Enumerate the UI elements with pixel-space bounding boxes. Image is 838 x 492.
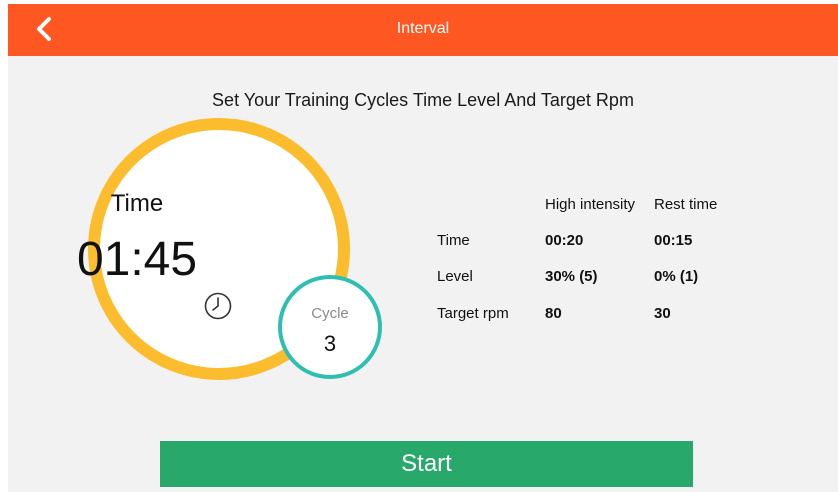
time-dial-label: Time [110, 190, 164, 217]
high-intensity-level-value[interactable]: 30% (5) [545, 268, 598, 285]
rest-rpm-value[interactable]: 30 [654, 305, 671, 322]
instructions-text: Set Your Training Cycles Time Level And … [212, 90, 634, 110]
column-header-high-intensity: High intensity [545, 196, 636, 213]
start-button[interactable]: Start [160, 441, 693, 487]
rest-level-value[interactable]: 0% (1) [654, 268, 698, 285]
interval-screen: Interval Set Your Training Cycles Time L… [8, 4, 838, 492]
row-label-time: Time [437, 232, 470, 249]
clock-icon [204, 292, 232, 320]
page-title: Interval [396, 20, 450, 37]
column-header-rest-time: Rest time [654, 196, 718, 213]
cycle-value: 3 [323, 331, 337, 356]
high-intensity-time-value[interactable]: 00:20 [545, 232, 583, 249]
row-label-target-rpm: Target rpm [437, 305, 509, 322]
row-label-level: Level [437, 268, 473, 285]
top-bar: Interval [8, 4, 838, 56]
cycle-label: Cycle [311, 305, 349, 322]
high-intensity-rpm-value[interactable]: 80 [545, 305, 562, 322]
rest-time-value[interactable]: 00:15 [654, 232, 692, 249]
total-time-value: 01:45 [76, 233, 198, 286]
cycle-selector[interactable]: Cycle 3 [278, 275, 382, 379]
